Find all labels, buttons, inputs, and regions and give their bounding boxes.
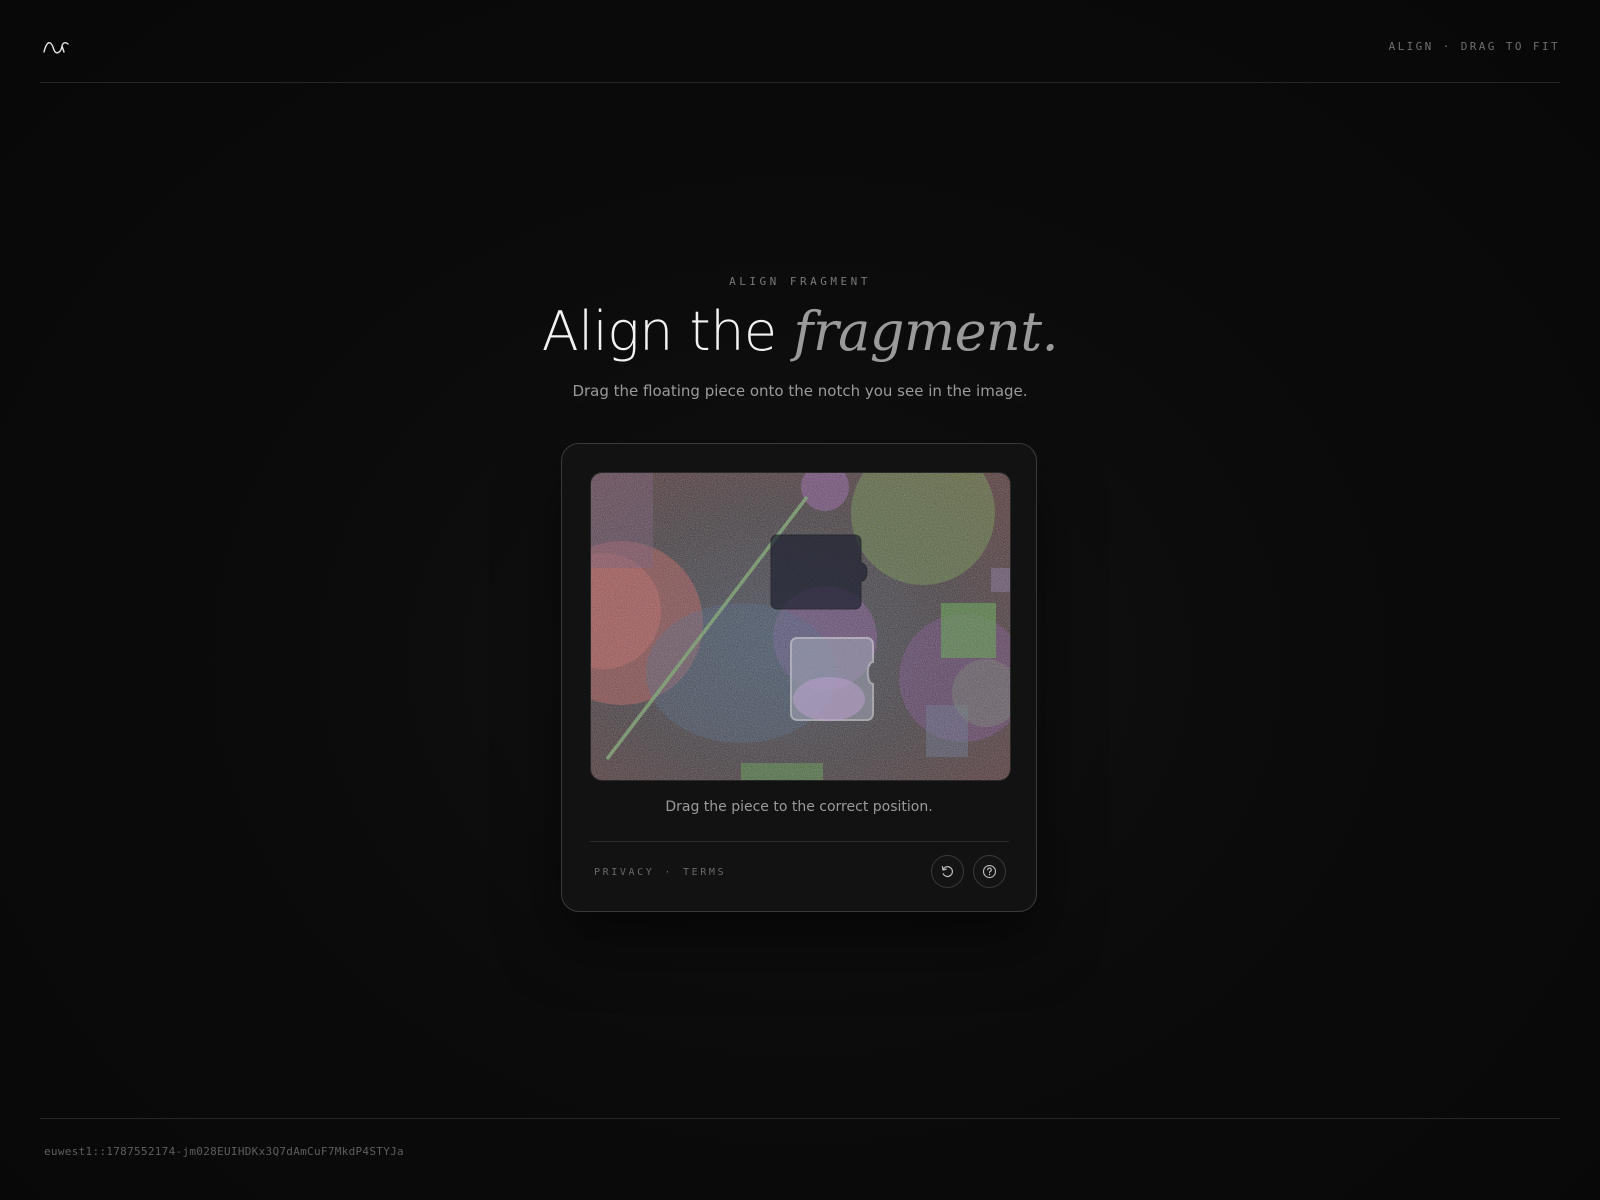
- title-plain: Align the: [541, 300, 794, 363]
- wave-logo-icon[interactable]: [42, 36, 70, 56]
- puzzle-canvas: [591, 473, 1010, 780]
- terms-link[interactable]: TERMS: [683, 867, 726, 878]
- privacy-link[interactable]: PRIVACY: [594, 867, 654, 878]
- page-subtitle: Drag the floating piece onto the notch y…: [572, 382, 1028, 400]
- top-status-label: ALIGN · DRAG TO FIT: [1388, 40, 1560, 53]
- card-divider: [590, 841, 1009, 842]
- link-separator: ·: [664, 867, 673, 878]
- help-icon: [982, 864, 997, 879]
- title-emphasis: fragment.: [793, 300, 1059, 363]
- captcha-instruction: Drag the piece to the correct position.: [665, 799, 933, 815]
- eyebrow-label: ALIGN FRAGMENT: [729, 275, 871, 288]
- refresh-button[interactable]: [931, 855, 964, 888]
- captcha-card: Drag the piece to the correct position. …: [561, 443, 1037, 912]
- puzzle-image[interactable]: [590, 472, 1011, 781]
- footer-divider: [40, 1118, 1560, 1119]
- legal-links: PRIVACY · TERMS: [594, 867, 726, 878]
- session-id: euwest1::1787552174-jm028EUIHDKx3Q7dAmCu…: [44, 1145, 404, 1158]
- refresh-icon: [941, 866, 953, 878]
- page-title: Align the fragment.: [0, 300, 1600, 364]
- help-button[interactable]: [973, 855, 1006, 888]
- puzzle-piece[interactable]: [790, 637, 874, 721]
- top-bar: ALIGN · DRAG TO FIT: [40, 0, 1560, 83]
